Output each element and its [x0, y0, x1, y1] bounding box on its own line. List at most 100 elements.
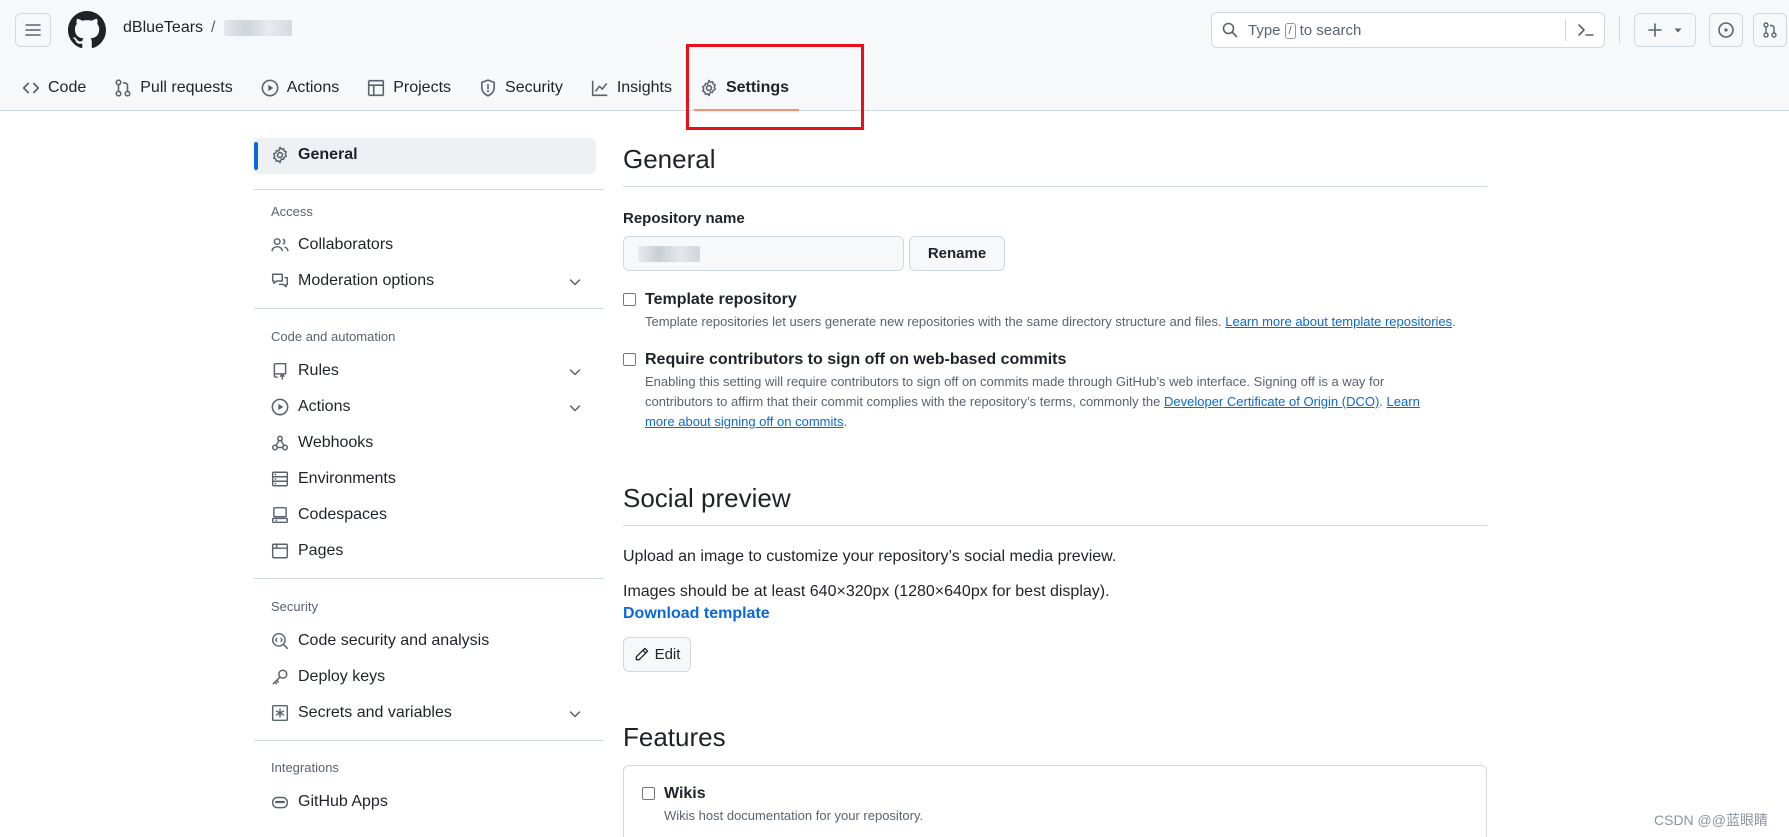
sidebar-divider — [254, 189, 604, 190]
github-logo-icon[interactable] — [68, 11, 106, 49]
repo-name-input[interactable] — [623, 236, 904, 271]
dco-link[interactable]: Developer Certificate of Origin (DCO) — [1164, 394, 1379, 409]
search-placeholder: Type / to search — [1248, 22, 1361, 39]
require-signoff-checkbox[interactable] — [623, 353, 636, 366]
codescan-icon — [271, 632, 289, 650]
sidebar-item-label: Actions — [298, 398, 351, 415]
triangle-down-icon — [1674, 28, 1682, 33]
sidebar-item-moderation-options[interactable]: Moderation options — [271, 272, 591, 290]
server-icon — [271, 471, 289, 487]
require-signoff-description: Enabling this setting will require contr… — [645, 372, 1487, 432]
sidebar-heading-code-automation: Code and automation — [271, 329, 396, 344]
tab-pull-requests[interactable]: Pull requests — [114, 70, 233, 106]
rename-button[interactable]: Rename — [909, 236, 1005, 271]
signoff-learn-more-link[interactable]: more about signing off on commits — [645, 414, 843, 429]
sidebar-item-label: Codespaces — [298, 506, 387, 523]
sidebar-item-webhooks[interactable]: Webhooks — [271, 434, 591, 452]
social-preview-description: Upload an image to customize your reposi… — [623, 548, 1117, 565]
chevron-down-icon — [569, 405, 581, 412]
signoff-desc-mid: . — [1379, 394, 1383, 409]
search-placeholder-prefix: Type — [1248, 22, 1281, 39]
wikis-checkbox[interactable] — [642, 787, 655, 800]
require-signoff-title: Require contributors to sign off on web-… — [645, 351, 1067, 368]
sidebar-item-deploy-keys[interactable]: Deploy keys — [271, 668, 591, 686]
tab-pull-requests-label: Pull requests — [140, 79, 233, 96]
git-pull-request-icon — [1763, 22, 1777, 38]
pencil-icon — [635, 647, 648, 661]
tab-projects[interactable]: Projects — [367, 70, 451, 106]
features-box: Wikis Wikis host documentation for your … — [623, 765, 1487, 837]
template-repository-checkbox[interactable] — [623, 293, 636, 306]
signoff-learn-link-start[interactable]: Learn — [1387, 394, 1420, 409]
git-pull-request-icon — [115, 79, 131, 97]
sidebar-item-pages[interactable]: Pages — [271, 542, 591, 560]
menu-button[interactable] — [15, 13, 51, 47]
sidebar-item-label: Moderation options — [298, 272, 435, 289]
sidebar-item-collaborators[interactable]: Collaborators — [271, 236, 591, 254]
plus-icon — [1648, 23, 1662, 37]
hubot-icon — [271, 796, 289, 809]
command-palette-icon[interactable] — [1577, 21, 1595, 39]
csdn-watermark: CSDN @@蓝眼睛 — [1654, 812, 1768, 828]
section-divider — [623, 186, 1487, 187]
codespaces-icon — [271, 506, 289, 524]
sidebar-item-environments[interactable]: Environments — [271, 470, 591, 488]
repo-name-link[interactable] — [223, 20, 292, 36]
tab-actions-label: Actions — [286, 79, 340, 96]
section-title-features: Features — [623, 722, 726, 752]
sidebar-item-github-apps[interactable]: GitHub Apps — [271, 793, 591, 811]
section-divider — [623, 525, 1487, 526]
sidebar-item-general-row[interactable]: General — [271, 146, 591, 164]
comment-discussion-icon — [271, 273, 289, 288]
hamburger-icon — [25, 24, 41, 36]
chevron-down-icon — [569, 711, 581, 718]
repo-header: dBlueTears / Type / to search Code Pull … — [0, 0, 1789, 111]
play-icon — [271, 398, 289, 416]
play-icon — [261, 79, 279, 97]
graph-icon — [591, 80, 608, 97]
create-new-button[interactable] — [1634, 13, 1696, 47]
sidebar-item-rules[interactable]: Rules — [271, 362, 591, 380]
pull-requests-button[interactable] — [1753, 13, 1787, 47]
sidebar-item-label: Secrets and variables — [298, 704, 452, 721]
gear-icon — [272, 146, 288, 164]
owner-link[interactable]: dBlueTears — [123, 19, 203, 37]
active-indicator — [254, 142, 258, 170]
tab-actions[interactable]: Actions — [261, 70, 339, 106]
edit-button[interactable]: Edit — [623, 637, 691, 672]
sidebar-heading-integrations: Integrations — [271, 760, 339, 775]
signoff-desc-end: . — [843, 414, 848, 429]
browser-icon — [271, 543, 289, 559]
sidebar-item-secrets-variables[interactable]: Secrets and variables — [271, 704, 591, 722]
section-title-general: General — [623, 144, 716, 174]
sidebar-item-code-security[interactable]: Code security and analysis — [271, 632, 591, 650]
download-template-link[interactable]: Download template — [623, 605, 770, 623]
template-repository-description: Template repositories let users generate… — [645, 312, 1490, 332]
signoff-desc-line2: contributors to affirm that their commit… — [645, 392, 1487, 412]
issue-opened-icon — [1718, 22, 1734, 38]
social-preview-size-hint: Images should be at least 640×320px (128… — [623, 583, 1110, 600]
tab-code[interactable]: Code — [22, 70, 86, 106]
breadcrumb: dBlueTears / — [123, 19, 292, 37]
tab-insights[interactable]: Insights — [591, 70, 672, 106]
sidebar-item-actions[interactable]: Actions — [271, 398, 591, 416]
search-input[interactable]: Type / to search — [1211, 12, 1605, 48]
sidebar-item-label: Code security and analysis — [298, 632, 490, 649]
search-divider — [1565, 19, 1566, 41]
sidebar-divider — [254, 308, 604, 309]
tab-security[interactable]: Security — [479, 70, 563, 106]
sidebar-item-label: Deploy keys — [298, 668, 386, 685]
key-icon — [272, 669, 288, 685]
sidebar-item-label: Collaborators — [298, 236, 394, 253]
edit-button-label: Edit — [654, 646, 681, 663]
chevron-down-icon — [569, 369, 581, 376]
sidebar-item-codespaces[interactable]: Codespaces — [271, 506, 591, 524]
template-learn-more-link[interactable]: Learn more about template repositories — [1225, 314, 1452, 329]
sidebar-divider — [254, 578, 604, 579]
webhook-icon — [271, 435, 289, 451]
issues-button[interactable] — [1709, 13, 1743, 47]
people-icon — [271, 238, 289, 252]
chevron-down-icon — [569, 279, 581, 286]
repo-name-label: Repository name — [623, 210, 745, 227]
wikis-description: Wikis host documentation for your reposi… — [664, 808, 924, 823]
